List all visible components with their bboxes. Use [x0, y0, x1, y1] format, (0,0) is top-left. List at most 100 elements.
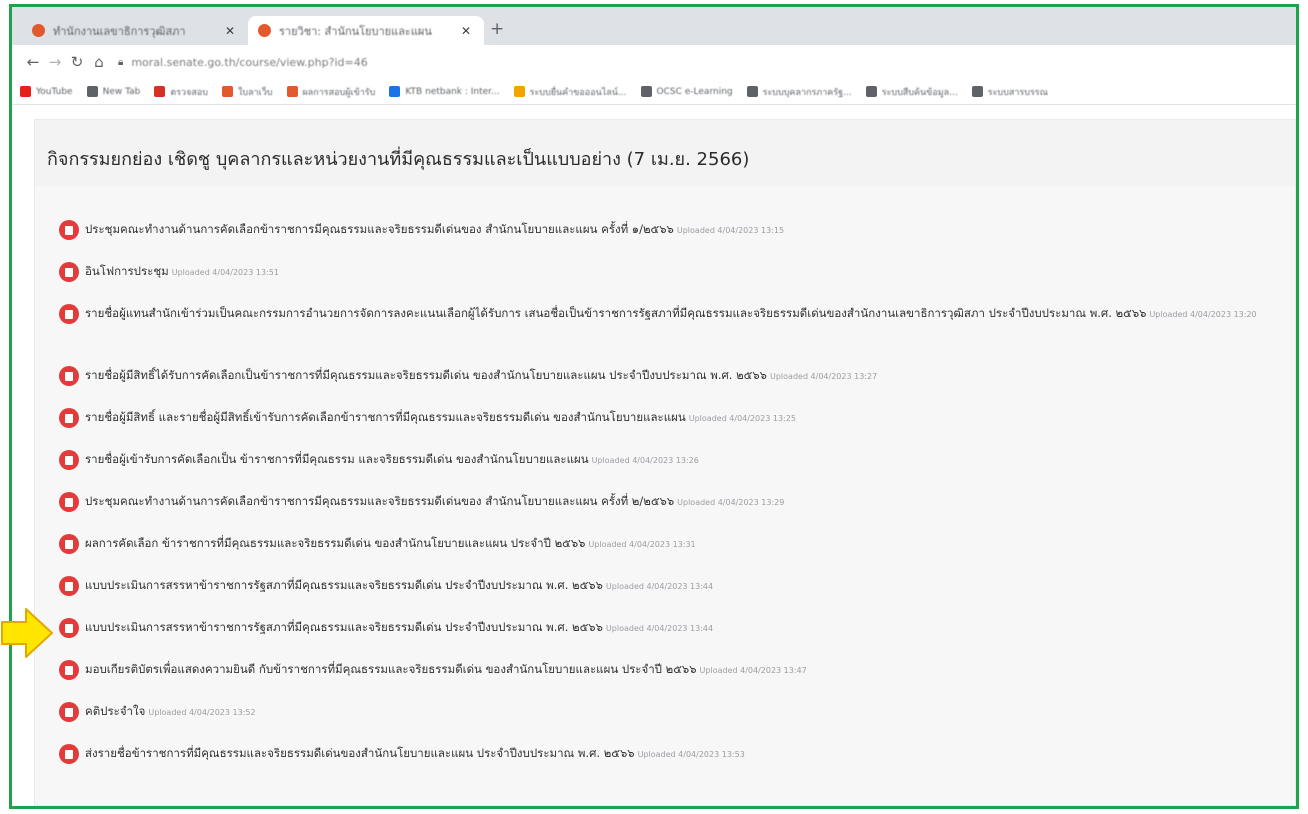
activity-link[interactable]: ประชุมคณะทำงานด้านการคัดเลือกข้าราชการมี…	[85, 494, 674, 508]
pdf-file-icon[interactable]	[59, 618, 79, 638]
forward-arrow-icon[interactable]: →	[44, 53, 66, 71]
back-arrow-icon[interactable]: ←	[22, 53, 44, 71]
bookmark-label: ระบบสืบค้นข้อมูล...	[881, 87, 958, 98]
pdf-file-icon[interactable]	[59, 366, 79, 386]
uploaded-timestamp: Uploaded 4/04/2023 13:51	[171, 268, 279, 277]
activity-link[interactable]: แบบประเมินการสรรหาข้าราชการรัฐสภาที่มีคุ…	[85, 620, 603, 634]
pdf-file-icon[interactable]	[59, 220, 79, 240]
activity-item: รายชื่อผู้เข้ารับการคัดเลือกเป็น ข้าราชก…	[59, 450, 1285, 474]
activity-link[interactable]: อินโฟการประชุม	[85, 264, 169, 278]
bookmark-item[interactable]: ระบบบุคลากรภาครัฐ...	[746, 85, 852, 99]
bookmark-favicon-icon	[865, 86, 877, 97]
activity-link[interactable]: แบบประเมินการสรรหาข้าราชการรัฐสภาที่มีคุ…	[85, 578, 603, 592]
close-icon[interactable]: ✕	[222, 24, 238, 38]
bookmark-favicon-icon	[286, 86, 298, 97]
bookmark-item[interactable]: ตรวจสอบ	[154, 85, 208, 99]
tab-course[interactable]: รายวิชา: สำนักนโยบายและแผน ✕	[248, 16, 484, 45]
uploaded-timestamp: Uploaded 4/04/2023 13:52	[148, 708, 256, 717]
bookmark-label: ผลการสอบผู้เข้ารับ	[302, 87, 376, 98]
bookmark-label: New Tab	[102, 86, 141, 97]
pdf-file-icon[interactable]	[59, 744, 79, 764]
pdf-file-icon[interactable]	[59, 492, 79, 512]
bookmark-item[interactable]: OCSC e-Learning	[640, 86, 733, 97]
activity-link[interactable]: ส่งรายชื่อข้าราชการที่มีคุณธรรมและจริยธร…	[85, 746, 635, 760]
activity-item: แบบประเมินการสรรหาข้าราชการรัฐสภาที่มีคุ…	[59, 618, 1285, 642]
activity-item: มอบเกียรติบัตรเพื่อแสดงความยินดี กับข้าร…	[59, 660, 1285, 684]
activity-link[interactable]: รายชื่อผู้เข้ารับการคัดเลือกเป็น ข้าราชก…	[85, 452, 589, 466]
address-bar[interactable]: 🔒︎ moral.senate.go.th/course/view.php?id…	[118, 50, 368, 74]
url-text[interactable]: moral.senate.go.th/course/view.php?id=46	[131, 56, 367, 69]
uploaded-timestamp: Uploaded 4/04/2023 13:15	[676, 226, 785, 235]
activity-text: รายชื่อผู้เข้ารับการคัดเลือกเป็น ข้าราชก…	[85, 446, 699, 474]
tab-title: ทำนักงานเลขาธิการวุฒิสภา	[53, 24, 186, 38]
activity-text: อินโฟการประชุม Uploaded 4/04/2023 13:51	[85, 258, 279, 286]
bookmark-favicon-icon	[513, 86, 525, 97]
pdf-file-icon[interactable]	[59, 576, 79, 596]
new-tab-plus-icon[interactable]: +	[490, 19, 504, 39]
pdf-file-icon[interactable]	[59, 304, 79, 324]
activity-link[interactable]: รายชื่อผู้แทนสำนักเข้าร่วมเป็นคณะกรรมการ…	[85, 306, 1146, 320]
activity-text: คติประจำใจ Uploaded 4/04/2023 13:52	[85, 698, 256, 726]
bookmark-label: ระบบสารบรรณ	[987, 87, 1048, 98]
bookmark-label: ระบบบุคลากรภาครัฐ...	[762, 87, 852, 98]
close-icon[interactable]: ✕	[458, 24, 474, 38]
bookmark-item[interactable]: ระบบยื่นคำขอออนไลน์...	[513, 85, 627, 99]
activity-item: รายชื่อผู้มีสิทธิ์ และรายชื่อผู้มีสิทธิ์…	[59, 408, 1285, 432]
pdf-file-icon[interactable]	[59, 262, 79, 282]
activity-link[interactable]: รายชื่อผู้มีสิทธิ์ได้รับการคัดเลือกเป็นข…	[85, 368, 767, 382]
pdf-file-icon[interactable]	[59, 408, 79, 428]
course-section-title: กิจกรรมยกย่อง เชิดชู บุคลากรและหน่วยงานท…	[35, 120, 1295, 186]
activity-link[interactable]: คติประจำใจ	[85, 704, 145, 718]
uploaded-timestamp: Uploaded 4/04/2023 13:31	[588, 540, 696, 549]
bookmark-favicon-icon	[154, 86, 166, 97]
activity-text: รายชื่อผู้แทนสำนักเข้าร่วมเป็นคณะกรรมการ…	[85, 300, 1257, 328]
activity-text: รายชื่อผู้มีสิทธิ์ และรายชื่อผู้มีสิทธิ์…	[85, 404, 796, 432]
pdf-file-icon[interactable]	[59, 450, 79, 470]
bookmark-item[interactable]: ระบบสารบรรณ	[971, 85, 1048, 99]
activity-link[interactable]: ผลการคัดเลือก ข้าราชการที่มีคุณธรรมและจร…	[85, 536, 585, 550]
pdf-file-icon[interactable]	[59, 534, 79, 554]
activity-text: แบบประเมินการสรรหาข้าราชการรัฐสภาที่มีคุ…	[85, 572, 713, 600]
activity-item: รายชื่อผู้แทนสำนักเข้าร่วมเป็นคณะกรรมการ…	[59, 304, 1285, 328]
activity-link[interactable]: มอบเกียรติบัตรเพื่อแสดงความยินดี กับข้าร…	[85, 662, 697, 676]
uploaded-timestamp: Uploaded 4/04/2023 13:44	[605, 624, 714, 633]
browser-window: ทำนักงานเลขาธิการวุฒิสภา ✕ รายวิชา: สำนั…	[9, 4, 1299, 809]
highlight-arrow-icon	[1, 608, 53, 658]
home-icon[interactable]: ⌂	[88, 53, 110, 71]
bookmark-favicon-icon	[389, 86, 401, 97]
lock-icon[interactable]: 🔒︎	[118, 57, 123, 68]
bookmark-item[interactable]: ระบบสืบค้นข้อมูล...	[865, 85, 958, 99]
browser-toolbar: ← → ↻ ⌂ 🔒︎ moral.senate.go.th/course/vie…	[12, 45, 1296, 79]
pdf-file-icon[interactable]	[59, 702, 79, 722]
activity-text: มอบเกียรติบัตรเพื่อแสดงความยินดี กับข้าร…	[85, 656, 807, 684]
activity-link[interactable]: ประชุมคณะทำงานด้านการคัดเลือกข้าราชการมี…	[85, 222, 674, 236]
bookmark-label: YouTube	[36, 86, 73, 97]
bookmarks-bar: YouTube New Tab ตรวจสอบ ใบลาเว็บ ผลการสอบผู้…	[12, 79, 1296, 105]
tab-senate-office[interactable]: ทำนักงานเลขาธิการวุฒิสภา ✕	[22, 16, 248, 45]
activity-item: ประชุมคณะทำงานด้านการคัดเลือกข้าราชการมี…	[59, 220, 1285, 244]
activity-item: ประชุมคณะทำงานด้านการคัดเลือกข้าราชการมี…	[59, 492, 1285, 516]
uploaded-timestamp: Uploaded 4/04/2023 13:44	[605, 582, 714, 591]
uploaded-timestamp: Uploaded 4/04/2023 13:53	[637, 750, 745, 759]
bookmark-item[interactable]: KTB netbank : Inter...	[389, 86, 500, 97]
page-content: กิจกรรมยกย่อง เชิดชู บุคลากรและหน่วยงานท…	[12, 105, 1296, 806]
bookmark-favicon-icon	[971, 86, 983, 97]
tab-strip: ทำนักงานเลขาธิการวุฒิสภา ✕ รายวิชา: สำนั…	[12, 7, 1296, 45]
pdf-file-icon[interactable]	[59, 660, 79, 680]
bookmark-item[interactable]: ผลการสอบผู้เข้ารับ	[286, 85, 376, 99]
activity-text: ประชุมคณะทำงานด้านการคัดเลือกข้าราชการมี…	[85, 216, 784, 244]
activity-text: ประชุมคณะทำงานด้านการคัดเลือกข้าราชการมี…	[85, 488, 784, 516]
site-favicon-icon	[258, 24, 271, 37]
activity-item: อินโฟการประชุม Uploaded 4/04/2023 13:51	[59, 262, 1285, 286]
course-section: กิจกรรมยกย่อง เชิดชู บุคลากรและหน่วยงานท…	[34, 119, 1296, 806]
uploaded-timestamp: Uploaded 4/04/2023 13:29	[677, 498, 785, 507]
tab-title: รายวิชา: สำนักนโยบายและแผน	[279, 24, 432, 38]
bookmark-item[interactable]: YouTube	[20, 86, 73, 97]
bookmark-item[interactable]: ใบลาเว็บ	[221, 85, 273, 99]
bookmark-label: KTB netbank : Inter...	[405, 86, 500, 97]
bookmark-label: ระบบยื่นคำขอออนไลน์...	[529, 87, 627, 98]
uploaded-timestamp: Uploaded 4/04/2023 13:27	[769, 372, 878, 381]
reload-icon[interactable]: ↻	[66, 53, 88, 71]
bookmark-item[interactable]: New Tab	[86, 86, 141, 97]
activity-link[interactable]: รายชื่อผู้มีสิทธิ์ และรายชื่อผู้มีสิทธิ์…	[85, 410, 686, 424]
